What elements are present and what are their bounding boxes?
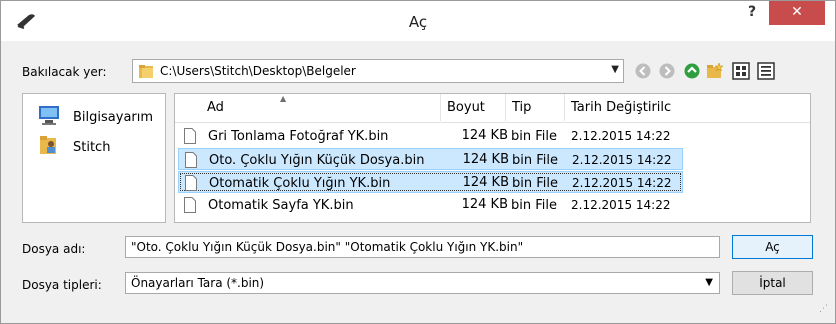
open-button[interactable]: Aç [732,235,813,259]
column-divider[interactable] [440,94,441,121]
file-name-value: "Oto. Çoklu Yığın Küçük Dosya.bin" "Otom… [131,240,524,254]
file-type: bin File [512,176,558,191]
file-name-label: Dosya adı: [22,242,86,256]
places-bar: Bilgisayarım Stitch [22,93,166,223]
file-size: 124 KB [461,197,508,212]
sort-ascending-icon: ▲ [280,94,287,103]
file-date: 2.12.2015 14:22 [571,129,671,143]
file-icon [184,128,196,144]
file-name: Otomatik Sayfa YK.bin [208,198,354,213]
look-in-label: Bakılacak yer: [22,65,107,79]
column-header-date[interactable]: Tarih Değiştirilc [571,100,671,115]
view-details-icon[interactable] [757,62,775,80]
back-icon[interactable] [634,62,652,80]
place-computer-label: Bilgisayarım [73,110,154,125]
file-row[interactable]: Otomatik Sayfa YK.bin 124 KB bin File 2.… [178,194,683,216]
new-folder-icon[interactable] [706,62,724,80]
file-row[interactable]: Oto. Çoklu Yığın Küçük Dosya.bin 124 KB … [178,148,683,170]
file-size: 124 KB [462,152,509,167]
file-size: 124 KB [462,175,509,190]
file-type: bin File [512,153,558,168]
file-row[interactable]: Otomatik Çoklu Yığın YK.bin 124 KB bin F… [178,171,683,193]
window-title: Aç [408,13,428,31]
column-header-name[interactable]: Ad [207,100,224,115]
column-header-size[interactable]: Boyut [447,100,485,115]
file-name: Oto. Çoklu Yığın Küçük Dosya.bin [209,153,425,168]
forward-icon[interactable] [658,62,676,80]
file-list[interactable]: ▲ Ad Boyut Tip Tarih Değiştirilc Gri Ton… [174,93,811,223]
file-type-value: Önayarları Tara (*.bin) [131,276,265,290]
chevron-down-icon: ▼ [705,277,713,288]
cancel-button[interactable]: İptal [732,271,813,295]
file-icon [185,175,197,191]
title-bar: Aç ? ✕ [1,1,835,41]
file-date: 2.12.2015 14:22 [571,198,671,212]
file-date: 2.12.2015 14:22 [572,153,672,167]
place-user[interactable]: Stitch [37,134,165,158]
chevron-down-icon: ▼ [611,64,619,75]
computer-icon [39,106,59,125]
up-folder-icon[interactable] [683,62,701,80]
view-menu-icon[interactable] [732,62,750,80]
place-user-label: Stitch [73,140,111,155]
open-dialog: Aç ? ✕ Bakılacak yer: C:\Users\Stitch\De… [0,0,836,324]
file-name: Otomatik Çoklu Yığın YK.bin [209,176,391,191]
file-size: 124 KB [461,128,508,143]
column-divider[interactable] [505,94,506,121]
file-name: Gri Tonlama Fotoğraf YK.bin [208,129,389,144]
file-icon [185,152,197,168]
file-icon [184,197,196,213]
place-computer[interactable]: Bilgisayarım [37,104,165,128]
resize-grip-icon[interactable]: ⋰ [819,304,828,314]
close-button[interactable]: ✕ [769,1,825,25]
file-name-input[interactable]: "Oto. Çoklu Yığın Küçük Dosya.bin" "Otom… [125,236,720,258]
help-button[interactable]: ? [739,1,765,25]
file-type: bin File [511,129,557,144]
file-type-label: Dosya tipleri: [22,278,102,292]
column-divider[interactable] [564,94,565,121]
file-date: 2.12.2015 14:22 [572,176,672,190]
file-row[interactable]: Gri Tonlama Fotoğraf YK.bin 124 KB bin F… [178,125,683,147]
column-header-row: ▲ Ad Boyut Tip Tarih Değiştirilc [175,94,810,123]
folder-icon [139,65,153,78]
file-type-dropdown[interactable]: Önayarları Tara (*.bin) ▼ [125,272,720,294]
look-in-path: C:\Users\Stitch\Desktop\Belgeler [160,64,356,78]
file-type: bin File [511,198,557,213]
look-in-dropdown[interactable]: C:\Users\Stitch\Desktop\Belgeler ▼ [132,59,624,83]
column-header-type[interactable]: Tip [512,100,531,115]
user-folder-icon [40,136,56,154]
